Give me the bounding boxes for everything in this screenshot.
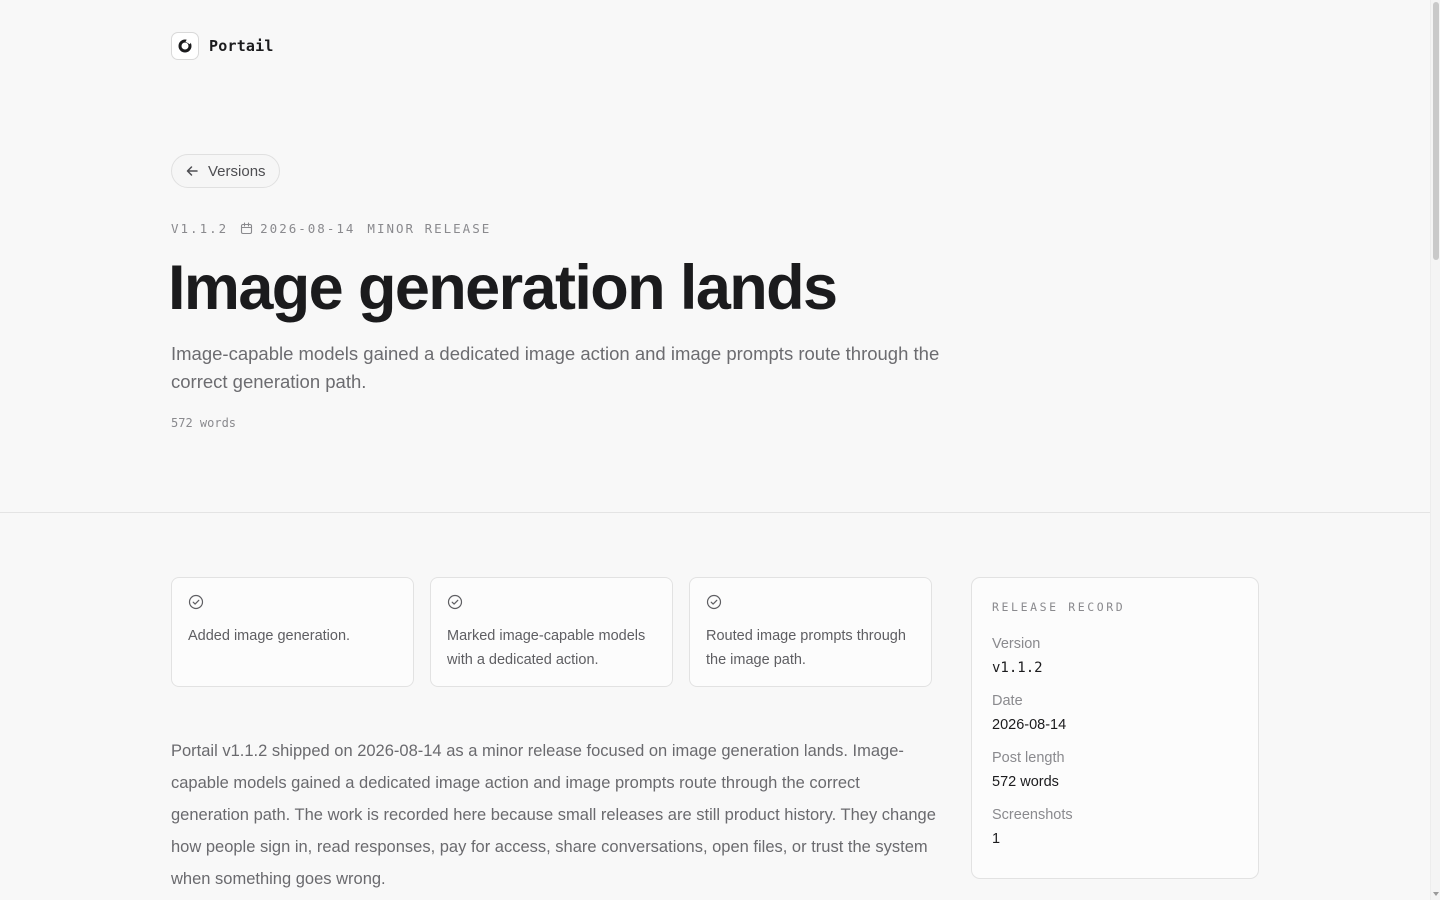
- record-label: Version: [992, 636, 1041, 652]
- highlight-text: Routed image prompts through the image p…: [706, 628, 906, 668]
- brand-name: Portail: [209, 37, 274, 55]
- back-to-versions-button[interactable]: Versions: [171, 154, 280, 188]
- highlight-text: Marked image-capable models with a dedic…: [447, 628, 646, 668]
- highlight-text: Added image generation.: [188, 628, 351, 644]
- record-item-version: Version v1.1.2: [992, 634, 1238, 678]
- record-item-date: Date 2026-08-14: [992, 691, 1238, 735]
- highlight-card: Routed image prompts through the image p…: [689, 577, 932, 687]
- scroll-down-arrow-icon[interactable]: [1433, 892, 1439, 896]
- release-record-heading: RELEASE RECORD: [992, 600, 1126, 614]
- record-value: 572 words: [992, 774, 1059, 790]
- record-value: 1: [992, 831, 1001, 847]
- portail-logo-icon: [171, 32, 199, 60]
- record-value: 2026-08-14: [992, 717, 1067, 733]
- back-label: Versions: [208, 162, 266, 180]
- word-count: 572 words: [171, 416, 237, 430]
- highlight-card: Added image generation.: [171, 577, 414, 687]
- record-value: v1.1.2: [992, 660, 1043, 676]
- page-scrollbar[interactable]: [1430, 0, 1440, 900]
- arrow-left-icon: [186, 166, 198, 176]
- record-item-screenshots: Screenshots 1: [992, 805, 1238, 849]
- post-body: Portail v1.1.2 shipped on 2026-08-14 as …: [171, 742, 936, 888]
- meta-date-group: 2026-08-14: [240, 221, 355, 236]
- meta-release-type: MINOR RELEASE: [367, 220, 492, 236]
- check-circle-icon: [188, 594, 204, 610]
- section-divider: [0, 512, 1430, 513]
- brand[interactable]: Portail: [171, 32, 274, 60]
- check-circle-icon: [706, 594, 722, 610]
- record-label: Post length: [992, 750, 1065, 766]
- scrollbar-thumb[interactable]: [1433, 2, 1439, 260]
- page-subtitle: Image-capable models gained a dedicated …: [171, 343, 940, 392]
- release-record-panel: RELEASE RECORD Version v1.1.2 Date 2026-…: [971, 577, 1259, 879]
- highlight-card: Marked image-capable models with a dedic…: [430, 577, 673, 687]
- record-label: Screenshots: [992, 807, 1073, 823]
- calendar-icon: [241, 221, 253, 234]
- check-circle-icon: [447, 594, 463, 610]
- meta-version: V1.1.2: [171, 220, 229, 236]
- record-item-post-length: Post length 572 words: [992, 748, 1238, 792]
- record-label: Date: [992, 693, 1023, 709]
- page-title: Image generation lands: [168, 253, 838, 323]
- meta-date: 2026-08-14: [260, 220, 356, 236]
- release-meta: V1.1.2 2026-08-14 MINOR RELEASE: [171, 220, 491, 236]
- highlight-cards: Added image generation. Marked image-cap…: [171, 577, 932, 687]
